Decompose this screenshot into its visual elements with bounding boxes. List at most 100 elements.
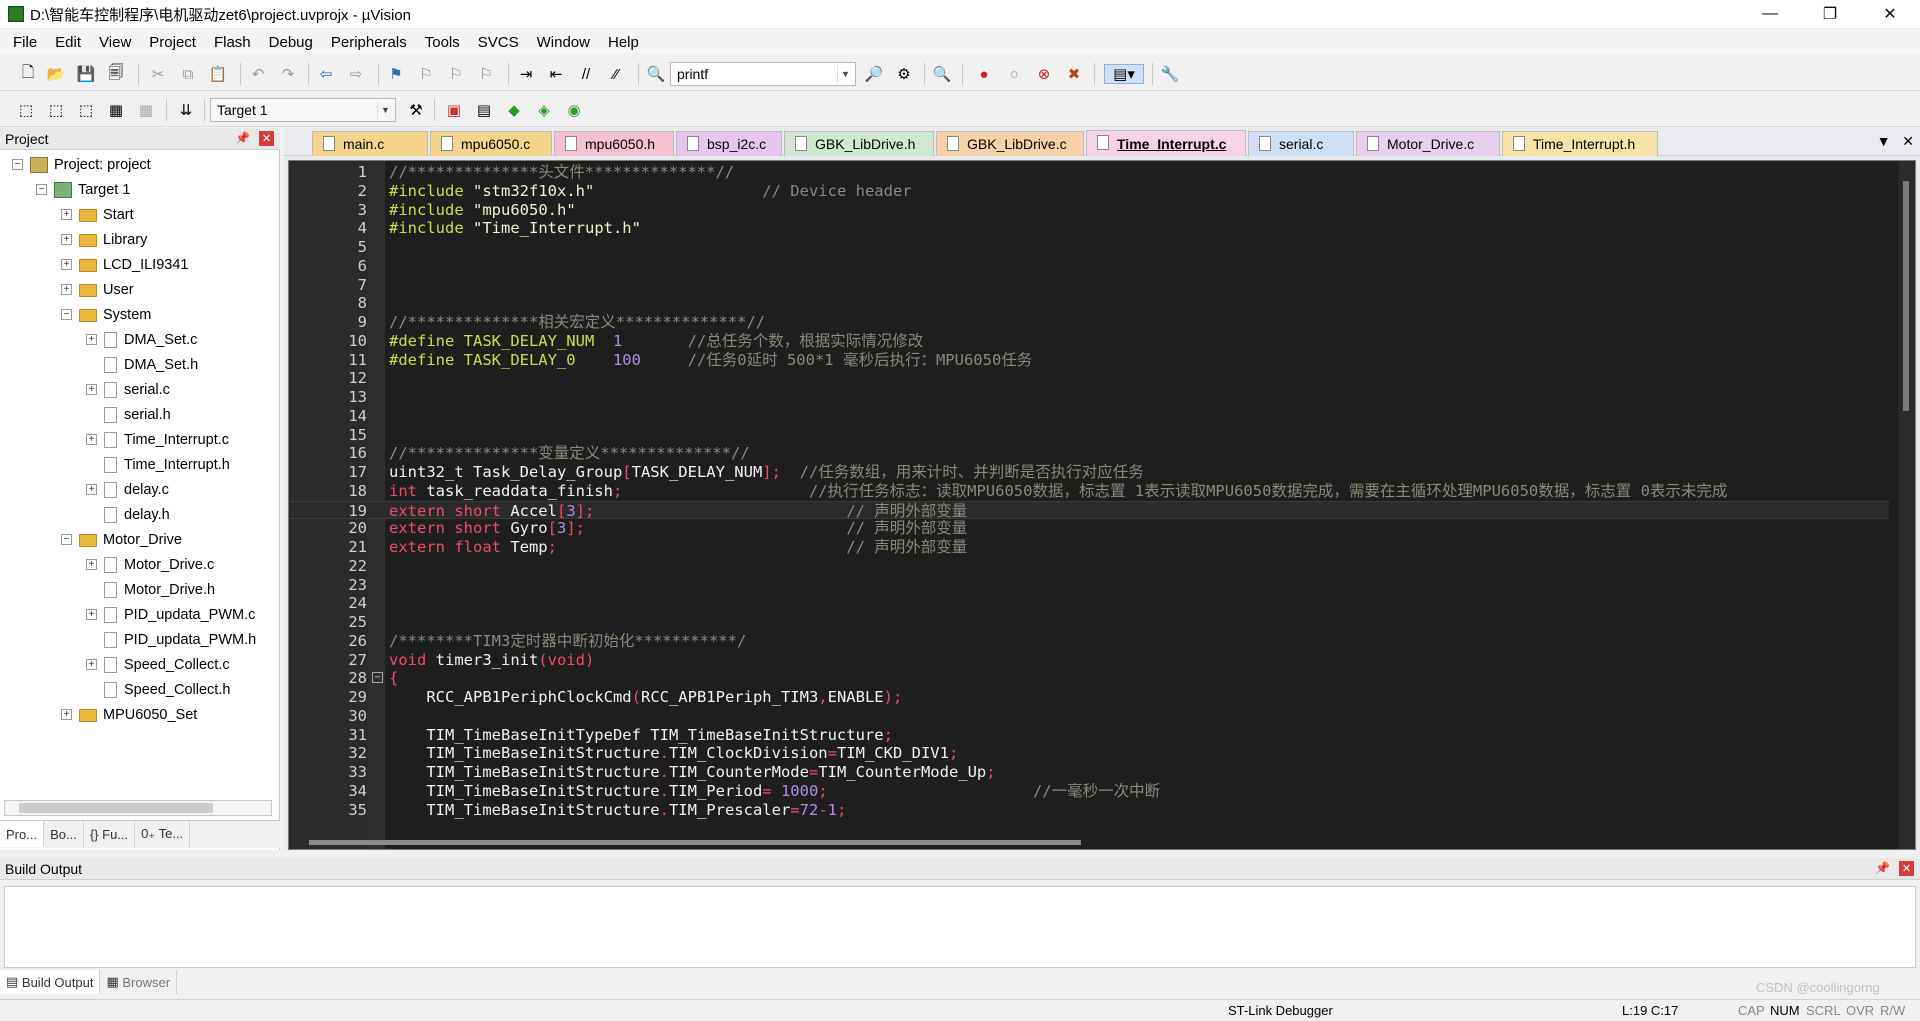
- code-line[interactable]: 31 TIM_TimeBaseInitTypeDef TIM_TimeBaseI…: [289, 726, 1889, 745]
- next-bookmark-icon[interactable]: ⚐: [446, 64, 466, 84]
- code-editor[interactable]: 1 //**************头文件**************// 2 #in…: [288, 160, 1916, 850]
- menu-file[interactable]: File: [4, 34, 46, 51]
- code-line[interactable]: 4 #include "Time_Interrupt.h": [289, 219, 1889, 238]
- undo-icon[interactable]: ↶: [248, 64, 268, 84]
- tree-file-node[interactable]: + delay.c: [86, 479, 169, 501]
- code-line[interactable]: 6: [289, 257, 1889, 276]
- tree-folder-node[interactable]: + LCD_ILI9341: [61, 254, 188, 276]
- menu-project[interactable]: Project: [140, 34, 205, 51]
- scrollbar-thumb[interactable]: [1903, 181, 1909, 411]
- indent-icon[interactable]: ⇥: [516, 64, 536, 84]
- breakpoint-icon[interactable]: ●: [974, 64, 994, 84]
- code-line[interactable]: 24: [289, 594, 1889, 613]
- manage-multi-project-icon[interactable]: ▤: [474, 100, 494, 120]
- editor-tab[interactable]: Time_Interrupt.c: [1086, 130, 1246, 156]
- clear-bookmarks-icon[interactable]: ⚐: [476, 64, 496, 84]
- menu-svcs[interactable]: SVCS: [469, 34, 528, 51]
- tree-file-node[interactable]: + Speed_Collect.c: [86, 654, 230, 676]
- cut-icon[interactable]: ✂: [148, 64, 168, 84]
- tree-folder-node[interactable]: − Motor_Drive: [61, 529, 182, 551]
- manage-project-items-icon[interactable]: ▣: [444, 100, 464, 120]
- unindent-icon[interactable]: ⇤: [546, 64, 566, 84]
- tree-file-node[interactable]: PID_updata_PWM.h: [104, 629, 256, 651]
- pin-icon[interactable]: 📌: [235, 131, 250, 145]
- new-file-icon[interactable]: 🗋: [18, 64, 38, 84]
- project-tree-scrollbar[interactable]: [4, 800, 272, 816]
- editor-tab[interactable]: Time_Interrupt.h: [1502, 131, 1658, 156]
- paste-icon[interactable]: 📋: [208, 64, 228, 84]
- download-icon[interactable]: ⇊: [176, 100, 196, 120]
- chevron-down-icon[interactable]: ▼: [377, 101, 393, 119]
- code-line[interactable]: 29 RCC_APB1PeriphClockCmd(RCC_APB1Periph…: [289, 688, 1889, 707]
- tree-file-node[interactable]: + Time_Interrupt.c: [86, 429, 229, 451]
- find-icon[interactable]: 🔎: [864, 64, 884, 84]
- debug-session-icon[interactable]: 🔍: [932, 64, 952, 84]
- tree-file-node[interactable]: + DMA_Set.c: [86, 329, 197, 351]
- chevron-down-icon[interactable]: ▼: [837, 65, 853, 83]
- build-icon[interactable]: ⬚: [46, 100, 66, 120]
- menu-tools[interactable]: Tools: [416, 34, 469, 51]
- configure-icon[interactable]: 🔧: [1160, 64, 1180, 84]
- code-line[interactable]: 13: [289, 388, 1889, 407]
- tree-target-node[interactable]: − Target 1: [36, 179, 130, 201]
- tab-project[interactable]: Pro...: [0, 821, 45, 847]
- code-line[interactable]: 15: [289, 426, 1889, 445]
- editor-vertical-scrollbar[interactable]: [1899, 161, 1915, 849]
- close-icon[interactable]: ✕: [259, 131, 274, 146]
- code-line[interactable]: 35 TIM_TimeBaseInitStructure.TIM_Prescal…: [289, 801, 1889, 820]
- tab-templates[interactable]: 0₊ Te...: [135, 821, 191, 847]
- menu-window[interactable]: Window: [528, 34, 599, 51]
- code-line[interactable]: 9 //**************相关宏定义**************//: [289, 313, 1889, 332]
- tree-file-node[interactable]: serial.h: [104, 404, 171, 426]
- save-icon[interactable]: 💾: [76, 64, 96, 84]
- editor-tab[interactable]: GBK_LibDrive.c: [936, 131, 1084, 156]
- disable-all-breakpoints-icon[interactable]: ⊗: [1034, 64, 1054, 84]
- menu-flash[interactable]: Flash: [205, 34, 260, 51]
- editor-tab[interactable]: bsp_i2c.c: [676, 131, 782, 156]
- code-line[interactable]: 8: [289, 294, 1889, 313]
- incremental-find-icon[interactable]: ⚙: [894, 64, 914, 84]
- tree-folder-node[interactable]: + MPU6050_Set: [61, 704, 197, 726]
- tree-file-node[interactable]: Speed_Collect.h: [104, 679, 230, 701]
- fold-toggle-icon[interactable]: −: [372, 672, 383, 684]
- code-line[interactable]: 30: [289, 707, 1889, 726]
- tree-folder-node[interactable]: + User: [61, 279, 134, 301]
- copy-icon[interactable]: ⧉: [178, 64, 198, 84]
- redo-icon[interactable]: ↷: [278, 64, 298, 84]
- comment-icon[interactable]: //: [576, 64, 596, 84]
- code-line[interactable]: 27 void timer3_init(void): [289, 651, 1889, 670]
- code-line[interactable]: 14: [289, 407, 1889, 426]
- translate-icon[interactable]: ⬚: [16, 100, 36, 120]
- nav-forward-icon[interactable]: ⇨: [346, 64, 366, 84]
- code-line[interactable]: 18 int task_readdata_finish; //执行任务标志：读取M…: [289, 482, 1889, 501]
- editor-tab[interactable]: GBK_LibDrive.h: [784, 131, 934, 156]
- tree-file-node[interactable]: + serial.c: [86, 379, 170, 401]
- code-line[interactable]: 33 TIM_TimeBaseInitStructure.TIM_Counter…: [289, 763, 1889, 782]
- editor-horizontal-scrollbar[interactable]: [309, 839, 1869, 847]
- tree-file-node[interactable]: DMA_Set.h: [104, 354, 198, 376]
- code-line[interactable]: 2 #include "stm32f10x.h" // Device header: [289, 182, 1889, 201]
- code-line[interactable]: 32 TIM_TimeBaseInitStructure.TIM_ClockDi…: [289, 744, 1889, 763]
- find-combo[interactable]: printf ▼: [670, 62, 856, 86]
- code-line[interactable]: 22: [289, 557, 1889, 576]
- scrollbar-thumb[interactable]: [19, 803, 213, 813]
- code-line[interactable]: 23: [289, 576, 1889, 595]
- tree-folder-node[interactable]: − System: [61, 304, 151, 326]
- menu-help[interactable]: Help: [599, 34, 648, 51]
- menu-debug[interactable]: Debug: [260, 34, 322, 51]
- editor-tab[interactable]: serial.c: [1248, 131, 1354, 156]
- target-options-icon[interactable]: ⚒: [406, 100, 426, 120]
- minimize-button[interactable]: —: [1740, 0, 1800, 28]
- code-line[interactable]: 12: [289, 369, 1889, 388]
- tab-browser[interactable]: ▦ Browser: [100, 970, 178, 994]
- batch-build-icon[interactable]: ▦: [106, 100, 126, 120]
- editor-tab[interactable]: mpu6050.c: [430, 131, 552, 156]
- tab-books[interactable]: Bo...: [44, 821, 84, 847]
- code-line[interactable]: 11 #define TASK_DELAY_0 100 //任务0延时 500*1…: [289, 351, 1889, 370]
- rebuild-icon[interactable]: ⬚: [76, 100, 96, 120]
- menu-edit[interactable]: Edit: [46, 34, 90, 51]
- nav-back-icon[interactable]: ⇦: [316, 64, 336, 84]
- code-line[interactable]: 26 /********TIM3定时器中断初始化***********/: [289, 632, 1889, 651]
- tab-functions[interactable]: {} Fu...: [84, 821, 136, 847]
- tree-project-node[interactable]: − Project: project: [12, 154, 151, 176]
